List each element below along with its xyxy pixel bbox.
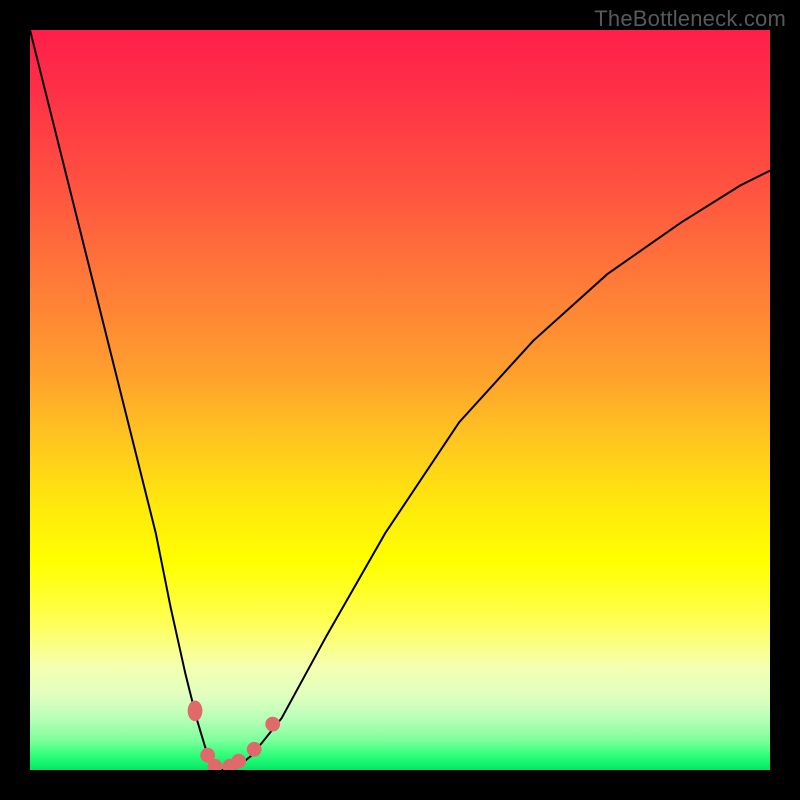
curve-marker xyxy=(265,717,280,732)
curve-marker xyxy=(247,742,262,757)
watermark-text: TheBottleneck.com xyxy=(594,6,786,32)
bottleneck-curve xyxy=(30,30,770,770)
plot-area xyxy=(30,30,770,770)
curve-marker xyxy=(188,700,203,721)
chart-frame: TheBottleneck.com xyxy=(0,0,800,800)
curve-layer xyxy=(30,30,770,770)
curve-marker xyxy=(231,754,246,769)
